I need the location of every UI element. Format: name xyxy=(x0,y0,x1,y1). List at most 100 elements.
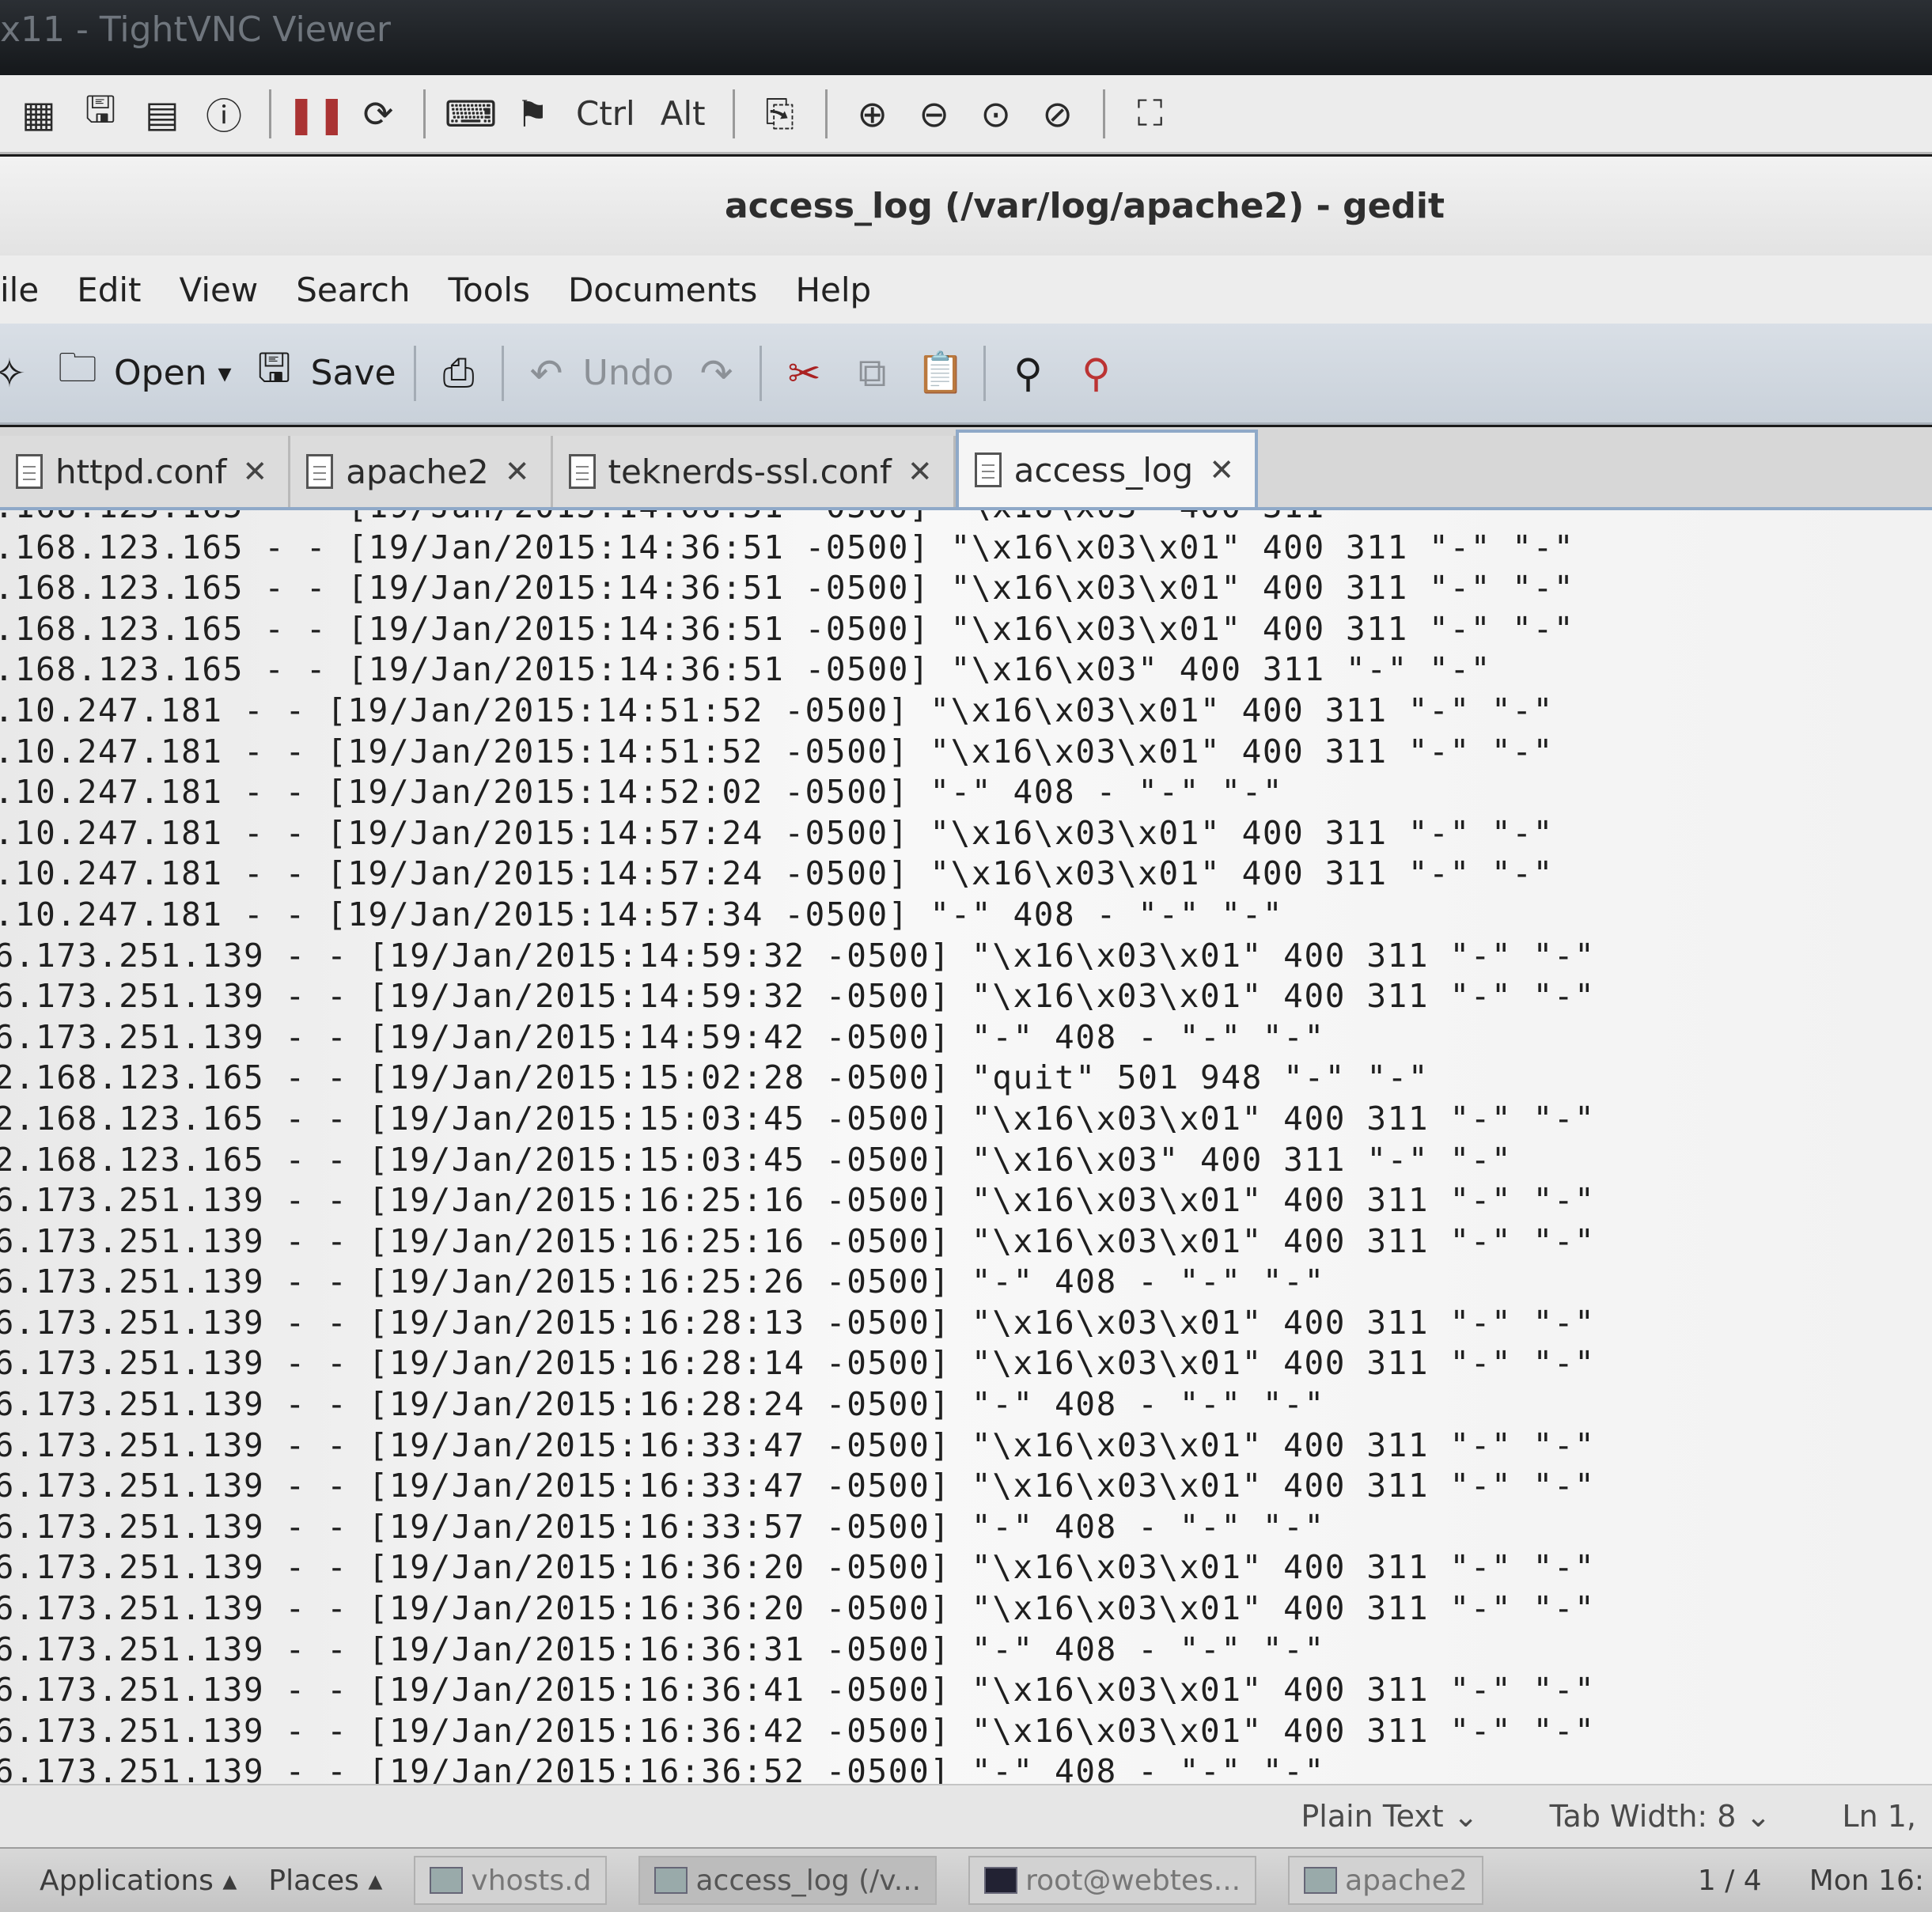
tab-label: teknerds-ssl.conf xyxy=(608,452,892,491)
bottom-panel: Applications ▴ Places ▴ vhosts.d access_… xyxy=(0,1847,1932,1912)
terminal-icon xyxy=(984,1867,1018,1894)
menu-bar: ile Edit View Search Tools Documents Hel… xyxy=(0,256,1932,324)
log-line: 166.173.251.139 - - [19/Jan/2015:16:36:5… xyxy=(0,1752,1325,1784)
save-label: Save xyxy=(310,353,396,393)
undo-icon: ↶ xyxy=(529,350,563,396)
menu-search[interactable]: Search xyxy=(277,271,429,309)
search-replace-icon: ⚲ xyxy=(1082,350,1111,396)
menu-file[interactable]: ile xyxy=(0,271,58,309)
vnc-refresh-icon[interactable]: ⟳ xyxy=(355,89,401,138)
log-line: 92.168.123.165 - - [19/Jan/2015:14:36:51… xyxy=(0,609,1575,648)
status-bar: Plain Text ⌄ Tab Width: 8 ⌄ Ln 1, xyxy=(0,1784,1932,1847)
tab-teknerds-ssl-conf[interactable]: teknerds-ssl.conf ✕ xyxy=(552,436,956,507)
undo-button[interactable]: ↶ Undo xyxy=(521,348,674,399)
scissors-icon: ✂ xyxy=(787,350,821,396)
chevron-down-icon[interactable]: ▾ xyxy=(218,358,232,389)
print-button[interactable]: ⎙ xyxy=(434,348,484,399)
paste-button[interactable]: 📋 xyxy=(915,348,966,399)
menu-documents[interactable]: Documents xyxy=(549,271,776,309)
log-line: 96.10.247.181 - - [19/Jan/2015:14:52:02 … xyxy=(0,773,1284,812)
tab-apache2[interactable]: apache2 ✕ xyxy=(290,436,553,507)
window-title: access_log (/var/log/apache2) - gedit xyxy=(724,186,1445,226)
folder-icon: 🗀 xyxy=(58,345,97,391)
applications-menu[interactable]: Applications ▴ xyxy=(40,1865,237,1897)
language-selector[interactable]: Plain Text ⌄ xyxy=(1301,1799,1478,1834)
log-line: 166.173.251.139 - - [19/Jan/2015:14:59:4… xyxy=(0,1017,1325,1056)
menu-view[interactable]: View xyxy=(161,271,278,309)
task-access-log[interactable]: access_log (/v... xyxy=(638,1856,938,1905)
new-document-icon: ✧ xyxy=(0,350,26,396)
menu-help[interactable]: Help xyxy=(776,271,890,309)
new-document-button[interactable]: ✧ xyxy=(0,348,35,399)
vnc-win-key-icon[interactable]: ⚑ xyxy=(510,89,555,138)
cursor-position: Ln 1, xyxy=(1842,1799,1916,1834)
task-apache2[interactable]: apache2 xyxy=(1288,1856,1483,1905)
log-line: 166.173.251.139 - - [19/Jan/2015:16:33:4… xyxy=(0,1467,1596,1505)
tab-width-selector[interactable]: Tab Width: 8 ⌄ xyxy=(1550,1799,1771,1834)
open-label: Open xyxy=(114,353,207,393)
cut-button[interactable]: ✂ xyxy=(779,348,830,399)
vnc-alt-button[interactable]: Alt xyxy=(656,94,710,133)
window-icon xyxy=(430,1867,464,1894)
log-line: 96.10.247.181 - - [19/Jan/2015:14:57:34 … xyxy=(0,895,1284,933)
vnc-pause-icon[interactable]: ❚❚ xyxy=(286,89,347,138)
vnc-toolbar: ▦ 🖫 ▤ ⓘ ❚❚ ⟳ ⌨ ⚑ Ctrl Alt ⎘ ⊕ ⊖ ⊙ ⊘ ⛶ xyxy=(0,75,1932,154)
vnc-zoom-fit-icon[interactable]: ⊘ xyxy=(1035,89,1081,138)
redo-button[interactable]: ↷ xyxy=(691,348,742,399)
text-editor[interactable]: 92.168.123.165 - - [19/Jan/2015:14:06:51… xyxy=(0,510,1932,1784)
vnc-zoom-out-icon[interactable]: ⊖ xyxy=(911,89,957,138)
vnc-info-icon[interactable]: ⓘ xyxy=(201,89,247,138)
document-icon xyxy=(306,454,334,489)
close-icon[interactable]: ✕ xyxy=(1209,452,1234,487)
document-icon xyxy=(974,452,1002,487)
task-label: access_log (/v... xyxy=(695,1864,922,1897)
copy-button[interactable]: ⧉ xyxy=(847,348,898,399)
vnc-title-text: x11 - TightVNC Viewer xyxy=(0,9,391,50)
log-line: 96.10.247.181 - - [19/Jan/2015:14:51:52 … xyxy=(0,732,1554,770)
vnc-options-icon[interactable]: ▤ xyxy=(139,89,185,138)
vnc-zoom-in-icon[interactable]: ⊕ xyxy=(850,89,896,138)
tab-label: access_log xyxy=(1013,450,1194,490)
tab-access-log[interactable]: access_log ✕ xyxy=(955,430,1259,507)
task-label: apache2 xyxy=(1345,1864,1468,1897)
find-replace-button[interactable]: ⚲ xyxy=(1071,348,1122,399)
task-vhosts-d[interactable]: vhosts.d xyxy=(414,1856,608,1905)
workspace-indicator[interactable]: 1 / 4 xyxy=(1698,1865,1762,1897)
log-line: 92.168.123.165 - - [19/Jan/2015:14:36:51… xyxy=(0,528,1575,566)
close-icon[interactable]: ✕ xyxy=(505,454,530,489)
vnc-save-icon[interactable]: 🖫 xyxy=(78,88,123,138)
log-line: 166.173.251.139 - - [19/Jan/2015:16:28:2… xyxy=(0,1385,1325,1424)
vnc-clipboard-icon[interactable]: ⎘ xyxy=(757,89,803,138)
log-line: 96.10.247.181 - - [19/Jan/2015:14:51:52 … xyxy=(0,691,1554,729)
toolbar-separator xyxy=(413,345,416,401)
vnc-zoom-100-icon[interactable]: ⊙ xyxy=(973,89,1019,138)
menu-tools[interactable]: Tools xyxy=(430,271,549,309)
task-terminal[interactable]: root@webtes... xyxy=(968,1856,1257,1905)
vnc-separator xyxy=(423,89,426,138)
log-line: 166.173.251.139 - - [19/Jan/2015:16:36:4… xyxy=(0,1671,1596,1709)
find-button[interactable]: ⚲ xyxy=(1003,348,1054,399)
undo-label: Undo xyxy=(582,353,674,393)
log-line: 192.168.123.165 - - [19/Jan/2015:15:03:4… xyxy=(0,1099,1596,1138)
menu-edit[interactable]: Edit xyxy=(58,271,160,309)
toolbar-separator xyxy=(501,345,504,401)
tab-label: apache2 xyxy=(346,452,489,491)
close-icon[interactable]: ✕ xyxy=(907,454,933,489)
save-icon: 🖫 xyxy=(257,345,291,391)
tab-httpd-conf[interactable]: httpd.conf ✕ xyxy=(0,436,291,507)
window-icon xyxy=(1304,1867,1338,1894)
window-icon xyxy=(654,1867,688,1894)
log-line: 166.173.251.139 - - [19/Jan/2015:16:25:1… xyxy=(0,1221,1596,1260)
log-line: 166.173.251.139 - - [19/Jan/2015:16:36:4… xyxy=(0,1711,1596,1750)
tab-label: httpd.conf xyxy=(55,452,227,491)
close-icon[interactable]: ✕ xyxy=(242,454,267,489)
clock[interactable]: Mon 16: xyxy=(1809,1865,1924,1897)
vnc-fullscreen-icon[interactable]: ⛶ xyxy=(1127,89,1173,138)
vnc-new-connection-icon[interactable]: ▦ xyxy=(16,89,62,138)
vnc-ctrl-alt-del-icon[interactable]: ⌨ xyxy=(445,89,497,138)
log-line: 166.173.251.139 - - [19/Jan/2015:16:36:3… xyxy=(0,1630,1325,1668)
save-button[interactable]: 🖫 Save xyxy=(249,345,396,399)
vnc-ctrl-button[interactable]: Ctrl xyxy=(571,94,640,133)
open-button[interactable]: 🗀 Open ▾ xyxy=(52,345,232,399)
places-menu[interactable]: Places ▴ xyxy=(268,1865,382,1897)
